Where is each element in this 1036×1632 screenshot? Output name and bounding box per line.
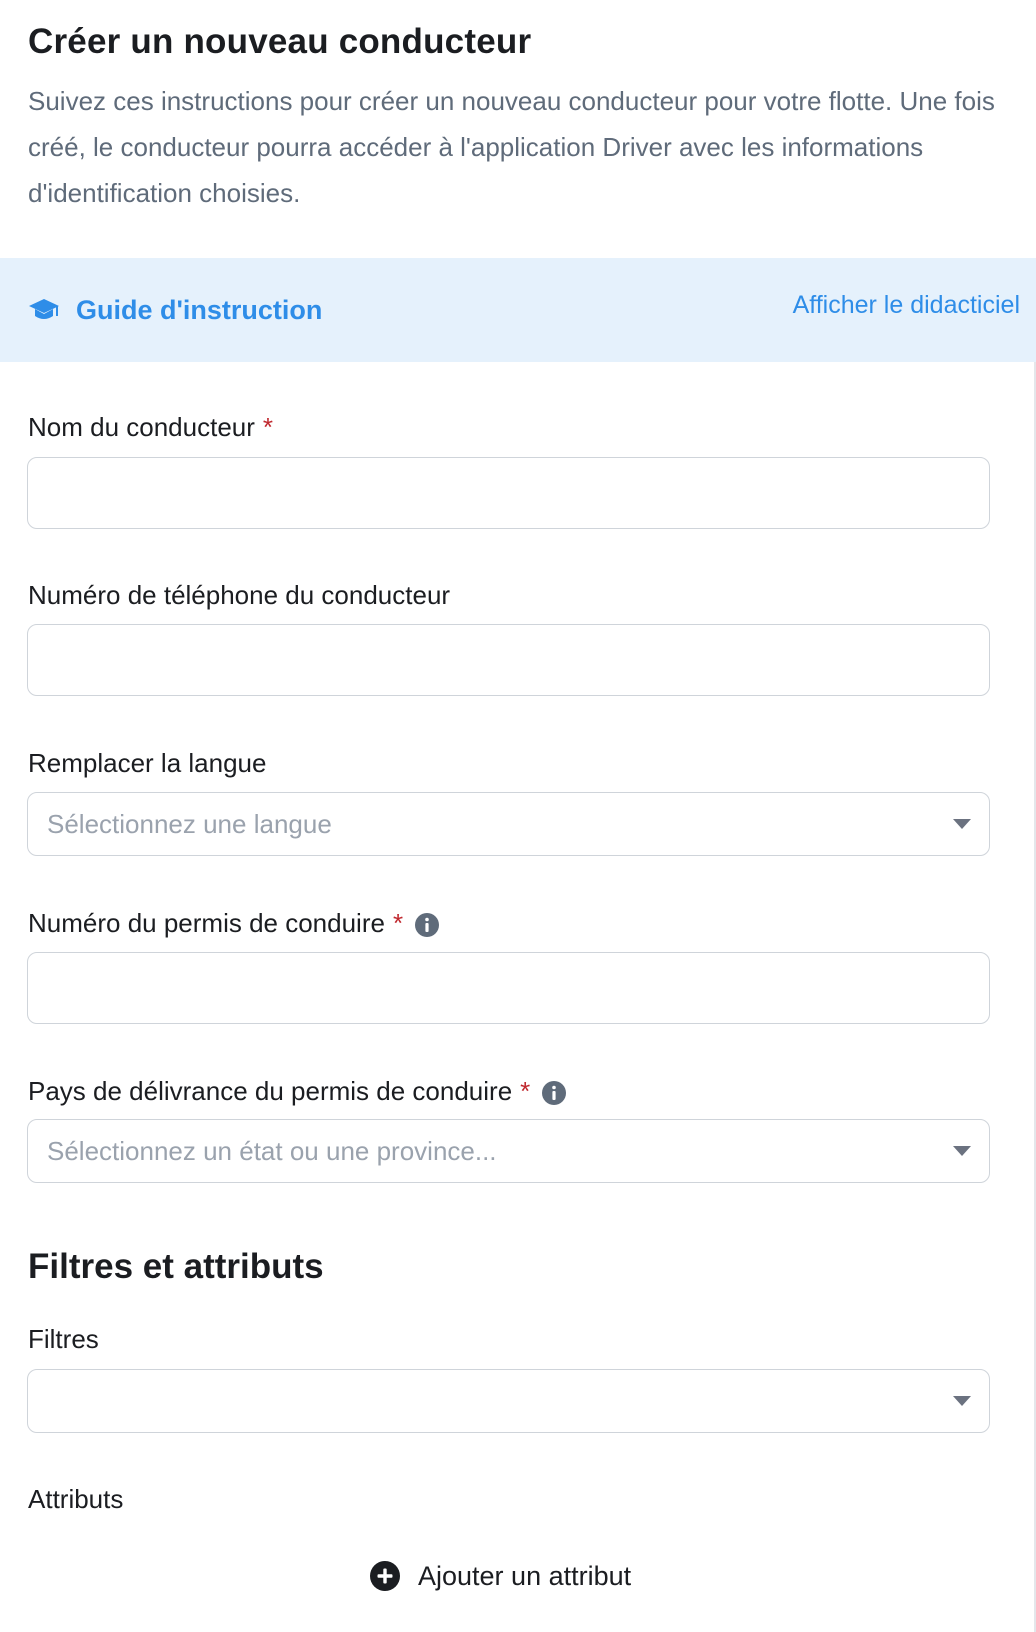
driver-name-input[interactable] [27, 457, 990, 529]
instruction-guide-bar: Guide d'instruction Afficher le didactic… [0, 258, 1036, 362]
add-attribute-button[interactable]: Ajouter un attribut [370, 1554, 631, 1598]
attributes-label: Attributs [28, 1482, 123, 1516]
driver-phone-label-text: Numéro de téléphone du conducteur [28, 580, 451, 610]
required-asterisk: * [262, 412, 274, 442]
guide-title: Guide d'instruction [76, 294, 323, 325]
language-label-text: Remplacer la langue [28, 748, 267, 778]
driver-name-label-text: Nom du conducteur [28, 412, 255, 442]
license-country-select-placeholder: Sélectionnez un état ou une province... [47, 1135, 497, 1166]
driver-phone-label: Numéro de téléphone du conducteur [28, 578, 450, 612]
filters-label-text: Filtres [28, 1324, 99, 1354]
page-title: Créer un nouveau conducteur [28, 22, 532, 61]
plus-circle-icon [370, 1561, 400, 1591]
license-number-input[interactable] [27, 952, 990, 1024]
chevron-down-icon [953, 1396, 971, 1406]
filters-label: Filtres [28, 1322, 99, 1356]
license-country-label: Pays de délivrance du permis de conduire… [28, 1074, 567, 1108]
driver-name-label: Nom du conducteur * [28, 410, 273, 444]
page-description: Suivez ces instructions pour créer un no… [28, 86, 995, 208]
driver-phone-input[interactable] [27, 624, 990, 696]
filters-select[interactable] [27, 1369, 990, 1433]
language-label: Remplacer la langue [28, 746, 266, 780]
language-select[interactable]: Sélectionnez une langue [27, 792, 990, 856]
graduation-cap-icon [28, 297, 60, 323]
required-asterisk: * [520, 1076, 531, 1106]
info-icon[interactable] [415, 911, 440, 937]
language-select-placeholder: Sélectionnez une langue [47, 808, 332, 839]
add-attribute-label: Ajouter un attribut [418, 1560, 632, 1591]
required-asterisk: * [392, 908, 404, 938]
license-number-label: Numéro du permis de conduire * [28, 906, 440, 940]
show-tutorial-link[interactable]: Afficher le didacticiel [793, 288, 1020, 322]
attributes-label-text: Attributs [28, 1484, 124, 1514]
license-country-select[interactable]: Sélectionnez un état ou une province... [27, 1119, 990, 1183]
chevron-down-icon [953, 819, 971, 829]
create-driver-page: Créer un nouveau conducteur Suivez ces i… [0, 0, 1036, 1632]
instruction-guide-toggle[interactable]: Guide d'instruction [28, 258, 322, 362]
license-country-label-text: Pays de délivrance du permis de conduire [28, 1076, 513, 1106]
license-number-label-text: Numéro du permis de conduire [28, 908, 385, 938]
info-icon[interactable] [542, 1079, 567, 1105]
chevron-down-icon [953, 1146, 971, 1156]
filters-attributes-heading: Filtres et attributs [28, 1247, 324, 1286]
